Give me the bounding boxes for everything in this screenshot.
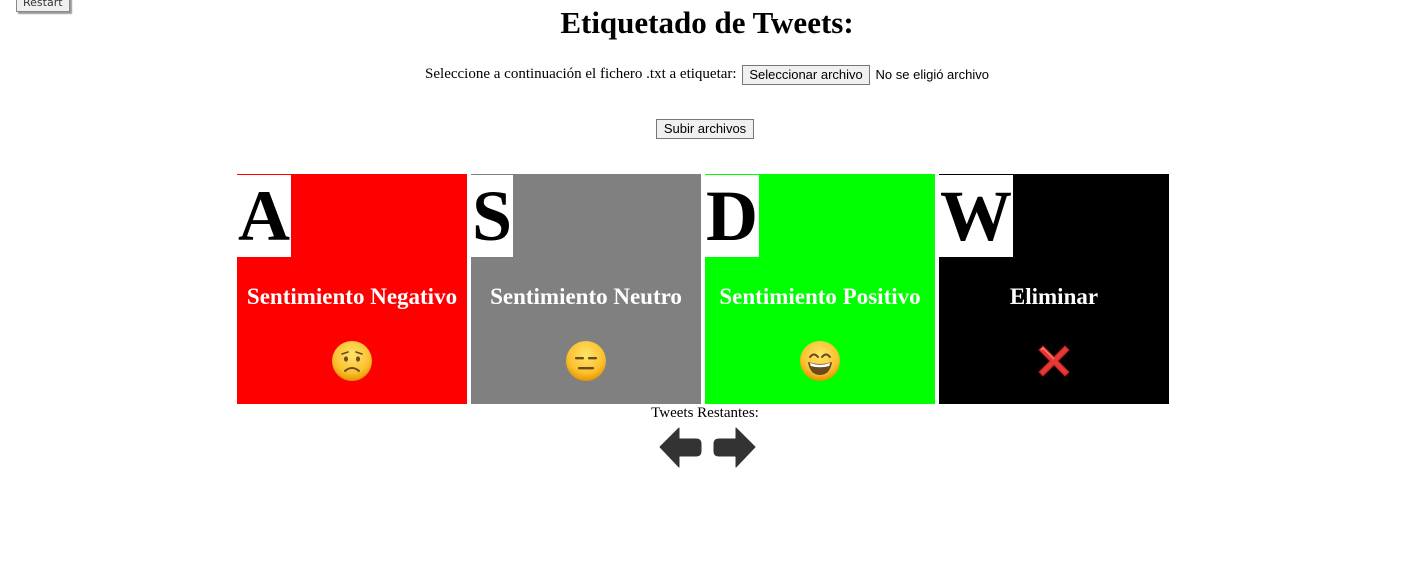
choose-file-button[interactable]: Seleccionar archivo (742, 64, 870, 85)
arrow-left-icon[interactable] (658, 425, 702, 470)
file-select-prompt: Seleccione a continuación el fichero .tx… (425, 66, 737, 82)
key-letter: D (705, 175, 759, 257)
grinning-face-icon (800, 341, 840, 381)
tweets-remaining: Tweets Restantes: (651, 405, 759, 421)
file-status: No se eligió archivo (875, 66, 989, 82)
card-positive[interactable]: D Sentimiento Positivo (705, 174, 935, 404)
card-negative[interactable]: A Sentimiento Negativo (237, 174, 467, 404)
upload-button[interactable]: Subir archivos (655, 119, 755, 139)
tweet-navigation (658, 425, 758, 470)
page-title: Etiquetado de Tweets: (560, 5, 854, 40)
cross-mark-icon (1038, 345, 1070, 377)
card-label: Eliminar (1009, 284, 1099, 309)
label-cards: A Sentimiento Negativo S Sentimiento Neu… (237, 174, 1170, 404)
card-neutral[interactable]: S Sentimiento Neutro (471, 174, 701, 404)
card-delete[interactable]: W Eliminar (939, 174, 1169, 404)
key-letter: S (471, 175, 514, 257)
file-select-row: Seleccione a continuación el fichero .tx… (0, 64, 1414, 85)
card-label: Sentimiento Negativo (246, 284, 458, 309)
upload-row: Subir archivos (0, 119, 1410, 139)
key-letter: A (237, 175, 291, 257)
frowning-face-icon (332, 341, 372, 381)
card-label: Sentimiento Neutro (490, 284, 682, 309)
arrow-right-icon[interactable] (713, 425, 757, 470)
expressionless-face-icon (566, 341, 606, 381)
card-label: Sentimiento Positivo (719, 284, 921, 309)
key-letter: W (939, 175, 1013, 257)
